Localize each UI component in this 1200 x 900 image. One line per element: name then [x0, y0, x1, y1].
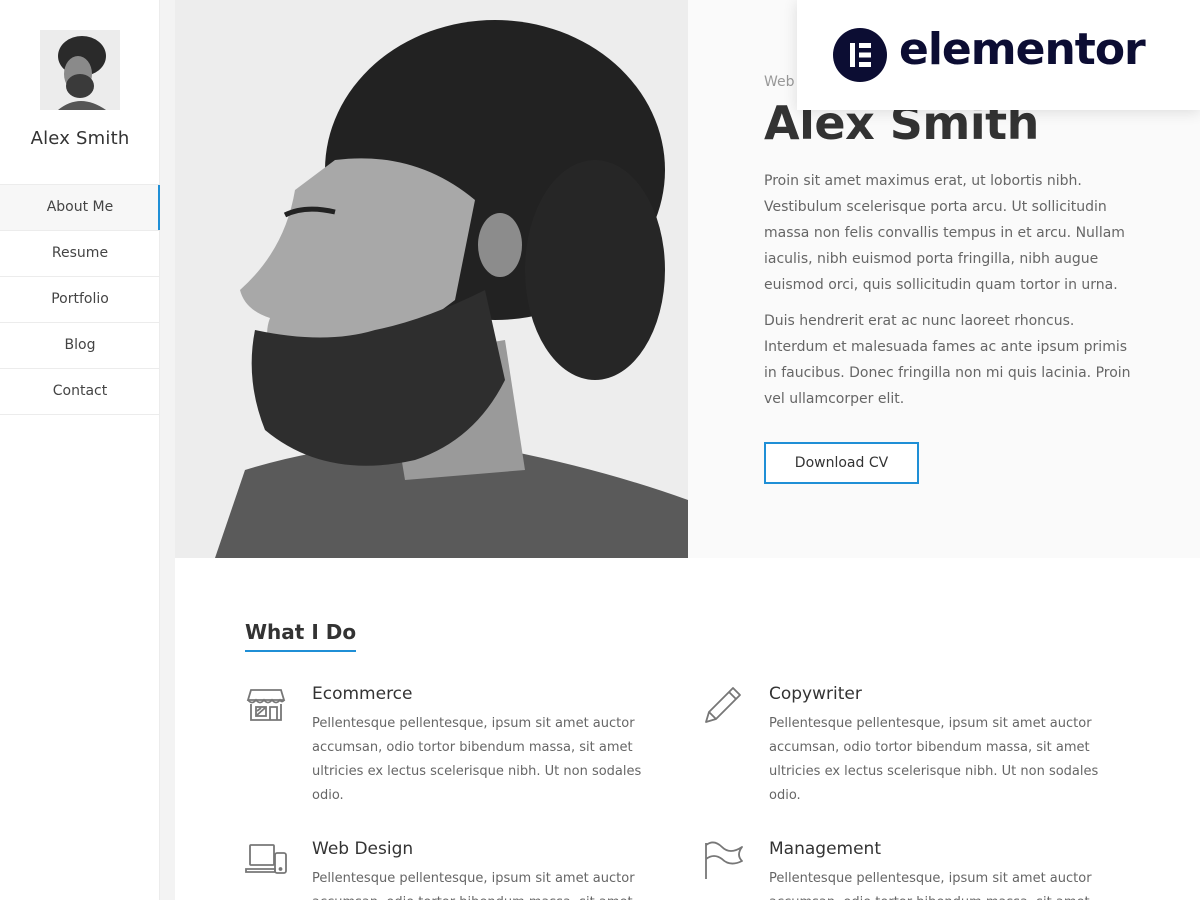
hero-photo	[175, 0, 688, 558]
sidebar: Alex Smith About Me Resume Portfolio Blo…	[0, 0, 160, 900]
sidebar-gutter	[160, 0, 175, 900]
avatar[interactable]	[40, 30, 120, 110]
hero-paragraph-1: Proin sit amet maximus erat, ut lobortis…	[764, 173, 1125, 293]
shop-icon	[246, 689, 286, 721]
pencil-icon	[705, 687, 741, 723]
service-title: Web Design	[312, 839, 414, 859]
service-description: Pellentesque pellentesque, ipsum sit ame…	[312, 716, 642, 803]
service-description: Pellentesque pellentesque, ipsum sit ame…	[312, 871, 635, 900]
sidebar-name: Alex Smith	[30, 128, 130, 149]
service-title: Copywriter	[769, 684, 862, 704]
nav-item-contact[interactable]: Contact	[0, 369, 160, 415]
elementor-logo-icon	[833, 28, 887, 82]
nav-item-blog[interactable]: Blog	[0, 323, 160, 369]
profile-photo-thumbnail	[40, 30, 120, 110]
service-title: Management	[769, 839, 881, 859]
elementor-badge: elementor	[797, 0, 1200, 110]
service-description: Pellentesque pellentesque, ipsum sit ame…	[769, 871, 1092, 900]
portrait-image	[175, 0, 688, 558]
hero-eyebrow: Web	[764, 74, 795, 90]
devices-icon	[245, 844, 287, 874]
nav-item-about-me[interactable]: About Me	[0, 185, 160, 231]
nav-item-resume[interactable]: Resume	[0, 231, 160, 277]
what-i-do-title: What I Do	[245, 620, 357, 652]
service-title: Ecommerce	[312, 684, 413, 704]
download-cv-button[interactable]: Download CV	[764, 442, 919, 484]
elementor-wordmark: elementor	[899, 24, 1146, 75]
nav-item-portfolio[interactable]: Portfolio	[0, 277, 160, 323]
flag-icon	[705, 841, 743, 879]
service-description: Pellentesque pellentesque, ipsum sit ame…	[769, 716, 1099, 803]
hero-paragraph-2: Duis hendrerit erat ac nunc laoreet rhon…	[764, 313, 1131, 407]
sidebar-nav: About Me Resume Portfolio Blog Contact	[0, 184, 160, 415]
